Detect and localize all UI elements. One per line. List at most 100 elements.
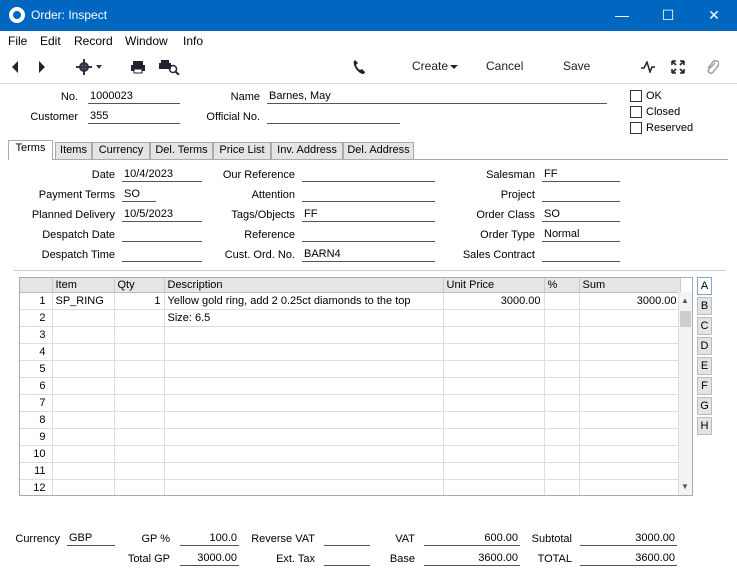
- table-row[interactable]: 10: [20, 445, 681, 463]
- table-row[interactable]: 9: [20, 428, 681, 446]
- percent-cell[interactable]: [544, 479, 580, 495]
- cancel-button[interactable]: Cancel: [486, 59, 523, 73]
- tab-del-address[interactable]: Del. Address: [343, 142, 414, 159]
- qty-cell[interactable]: [114, 326, 165, 344]
- minimize-button[interactable]: —: [599, 0, 645, 31]
- side-tab-e[interactable]: E: [697, 357, 712, 375]
- percent-cell[interactable]: [544, 462, 580, 480]
- percent-cell[interactable]: [544, 394, 580, 412]
- table-row[interactable]: 5: [20, 360, 681, 378]
- sum-cell[interactable]: [579, 428, 681, 446]
- previous-record-icon[interactable]: [10, 60, 20, 74]
- qty-cell[interactable]: [114, 411, 165, 429]
- item-cell[interactable]: [52, 343, 115, 361]
- table-row[interactable]: 3: [20, 326, 681, 344]
- unit-price-cell[interactable]: [443, 309, 545, 327]
- order-class-field[interactable]: SO: [542, 208, 620, 222]
- tab-currency[interactable]: Currency: [92, 142, 150, 159]
- phone-icon[interactable]: [352, 59, 366, 75]
- percent-cell[interactable]: [544, 377, 580, 395]
- create-button[interactable]: Create: [412, 59, 448, 73]
- description-cell[interactable]: [164, 479, 444, 495]
- reference-field[interactable]: [302, 228, 435, 242]
- save-button[interactable]: Save: [563, 59, 590, 73]
- menu-record[interactable]: Record: [74, 34, 113, 48]
- description-cell[interactable]: [164, 428, 444, 446]
- qty-cell[interactable]: 1: [114, 292, 165, 310]
- table-row[interactable]: 11: [20, 462, 681, 480]
- side-tab-h[interactable]: H: [697, 417, 712, 435]
- unit-price-cell[interactable]: [443, 326, 545, 344]
- qty-cell[interactable]: [114, 343, 165, 361]
- qty-cell[interactable]: [114, 394, 165, 412]
- activity-icon[interactable]: [641, 61, 655, 73]
- unit-price-cell[interactable]: 3000.00: [443, 292, 545, 310]
- payment-terms-field[interactable]: SO: [122, 188, 156, 202]
- despatch-date-field[interactable]: [122, 228, 202, 242]
- customer-field[interactable]: 355: [88, 110, 180, 124]
- closed-checkbox[interactable]: [630, 106, 642, 118]
- item-cell[interactable]: [52, 360, 115, 378]
- item-cell[interactable]: [52, 445, 115, 463]
- total-field[interactable]: 3600.00: [580, 552, 677, 566]
- percent-cell[interactable]: [544, 360, 580, 378]
- sum-cell[interactable]: [579, 326, 681, 344]
- order-type-field[interactable]: Normal: [542, 228, 620, 242]
- salesman-field[interactable]: FF: [542, 168, 620, 182]
- description-cell[interactable]: [164, 377, 444, 395]
- side-tab-a[interactable]: A: [697, 277, 712, 295]
- qty-cell[interactable]: [114, 445, 165, 463]
- table-row[interactable]: 1 SP_RING 1 Yellow gold ring, add 2 0.25ct …: [20, 292, 681, 310]
- sales-contract-field[interactable]: [542, 248, 620, 262]
- side-tab-c[interactable]: C: [697, 317, 712, 335]
- tab-terms[interactable]: Terms: [8, 140, 53, 160]
- sum-cell[interactable]: [579, 343, 681, 361]
- sum-cell[interactable]: [579, 309, 681, 327]
- attention-field[interactable]: [302, 188, 435, 202]
- sum-cell[interactable]: [579, 377, 681, 395]
- base-field[interactable]: 3600.00: [424, 552, 520, 566]
- chevron-down-icon[interactable]: [450, 65, 458, 70]
- item-cell[interactable]: [52, 411, 115, 429]
- next-record-icon[interactable]: [37, 60, 47, 74]
- description-cell[interactable]: Yellow gold ring, add 2 0.25ct diamonds …: [164, 292, 444, 310]
- no-field[interactable]: 1000023: [88, 90, 180, 104]
- percent-cell[interactable]: [544, 411, 580, 429]
- name-field[interactable]: Barnes, May: [267, 90, 607, 104]
- total-gp-field[interactable]: 3000.00: [180, 552, 239, 566]
- percent-cell[interactable]: [544, 292, 580, 310]
- side-tab-f[interactable]: F: [697, 377, 712, 395]
- table-row[interactable]: 2 Size: 6.5: [20, 309, 681, 327]
- side-tab-d[interactable]: D: [697, 337, 712, 355]
- project-field[interactable]: [542, 188, 620, 202]
- official-no-field[interactable]: [267, 110, 400, 124]
- scroll-thumb[interactable]: [680, 311, 691, 327]
- menu-info[interactable]: Info: [183, 34, 203, 48]
- gp-pct-field[interactable]: 100.0: [180, 532, 239, 546]
- item-cell[interactable]: SP_RING: [52, 292, 115, 310]
- qty-cell[interactable]: [114, 360, 165, 378]
- unit-price-cell[interactable]: [443, 411, 545, 429]
- scroll-down-icon[interactable]: ▼: [681, 482, 689, 491]
- item-cell[interactable]: [52, 428, 115, 446]
- item-cell[interactable]: [52, 326, 115, 344]
- currency-field[interactable]: GBP: [67, 532, 115, 546]
- item-cell[interactable]: [52, 394, 115, 412]
- description-cell[interactable]: [164, 394, 444, 412]
- tags-objects-field[interactable]: FF: [302, 208, 435, 222]
- unit-price-cell[interactable]: [443, 394, 545, 412]
- table-row[interactable]: 8: [20, 411, 681, 429]
- unit-price-cell[interactable]: [443, 343, 545, 361]
- description-cell[interactable]: [164, 445, 444, 463]
- description-cell[interactable]: [164, 326, 444, 344]
- ext-tax-field[interactable]: [324, 552, 370, 566]
- unit-price-cell[interactable]: [443, 479, 545, 495]
- print-preview-icon[interactable]: [158, 59, 180, 75]
- item-cell[interactable]: [52, 479, 115, 495]
- expand-icon[interactable]: [671, 60, 685, 74]
- percent-cell[interactable]: [544, 445, 580, 463]
- sum-cell[interactable]: [579, 445, 681, 463]
- side-tab-b[interactable]: B: [697, 297, 712, 315]
- percent-cell[interactable]: [544, 309, 580, 327]
- sum-cell[interactable]: [579, 479, 681, 495]
